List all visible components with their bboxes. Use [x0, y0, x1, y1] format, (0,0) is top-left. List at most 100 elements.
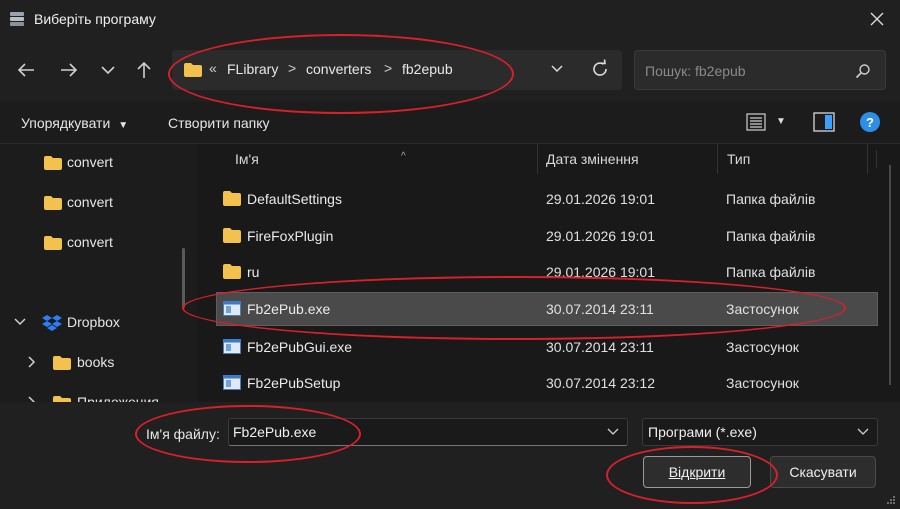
organize-label: Упорядкувати	[21, 115, 111, 131]
resize-grip-icon[interactable]	[886, 495, 896, 505]
file-row[interactable]: ru 29.01.2026 19:01 Папка файлів	[217, 256, 877, 288]
sidebar-item-convert[interactable]: convert	[0, 144, 190, 180]
folder-icon	[53, 356, 71, 370]
list-view-icon[interactable]	[746, 112, 766, 132]
recent-locations-button[interactable]	[96, 58, 120, 82]
sidebar-item-label: convert	[67, 154, 113, 170]
forward-button[interactable]	[57, 58, 81, 82]
sort-up-icon: ^	[401, 151, 406, 162]
sidebar-item-books[interactable]: books	[0, 344, 190, 380]
sidebar-item-dropbox[interactable]: Dropbox	[0, 304, 190, 340]
new-folder-button[interactable]: Створити папку	[168, 115, 270, 131]
caret-down-icon: ▼	[118, 120, 129, 131]
file-row[interactable]: Fb2ePubSetup 30.07.2014 23:12 Застосунок	[217, 367, 877, 399]
chevron-down-icon[interactable]	[607, 425, 619, 437]
file-date: 29.01.2026 19:01	[546, 191, 655, 207]
navigation-pane: convert convert convert Dropbox books Пр…	[0, 144, 190, 402]
file-date: 29.01.2026 19:01	[546, 228, 655, 244]
caret-down-icon[interactable]: ▼	[776, 116, 786, 127]
sidebar-item-convert[interactable]: convert	[0, 224, 190, 260]
sidebar-item-prilozheniya[interactable]: Приложения	[0, 384, 190, 402]
file-row[interactable]: Fb2ePubGui.exe 30.07.2014 23:11 Застосун…	[217, 331, 877, 363]
up-button[interactable]	[132, 58, 156, 82]
crumb-separator[interactable]: >	[288, 60, 296, 76]
filename-label: Ім'я файлу:	[146, 426, 220, 442]
exe-icon	[223, 301, 241, 316]
address-bar[interactable]: « FLibrary > converters > fb2epub	[172, 50, 622, 90]
search-placeholder: Пошук: fb2epub	[645, 63, 746, 79]
window-title: Виберіть програму	[34, 11, 156, 27]
crumb-converters[interactable]: converters	[306, 61, 371, 77]
sidebar-item-convert[interactable]: convert	[0, 184, 190, 220]
arrow-left-icon	[17, 63, 34, 77]
crumb-separator[interactable]: >	[384, 60, 392, 76]
arrow-up-icon	[137, 61, 151, 78]
file-type: Застосунок	[726, 301, 799, 317]
chevron-down-icon	[857, 428, 869, 435]
filetype-value: Програми (*.exe)	[648, 424, 757, 440]
exe-icon	[223, 339, 241, 354]
chevron-down-icon[interactable]	[550, 62, 564, 76]
file-name: FireFoxPlugin	[247, 228, 334, 244]
cancel-button[interactable]: Скасувати	[770, 456, 876, 488]
filename-field[interactable]: Fb2ePub.exe	[228, 418, 628, 446]
help-icon[interactable]: ?	[860, 112, 880, 132]
file-date: 30.07.2014 23:12	[546, 375, 655, 391]
back-button[interactable]	[14, 58, 38, 82]
chevron-down-icon[interactable]	[14, 317, 26, 327]
sidebar-item-label: Приложения	[77, 394, 159, 402]
file-type: Папка файлів	[726, 228, 816, 244]
column-header-name[interactable]: ^ Ім'я	[217, 144, 535, 174]
column-divider[interactable]	[876, 150, 877, 168]
column-label: Тип	[727, 151, 751, 167]
folder-icon	[44, 156, 62, 170]
sidebar-item-label: books	[77, 354, 115, 370]
close-button[interactable]	[864, 6, 890, 32]
organize-menu[interactable]: Упорядкувати ▼	[21, 115, 128, 131]
crumb-flibrary[interactable]: FLibrary	[227, 61, 278, 77]
filename-value[interactable]: Fb2ePub.exe	[233, 424, 316, 440]
close-icon	[870, 12, 884, 26]
sidebar-scrollbar[interactable]	[182, 248, 185, 308]
column-label: Ім'я	[235, 151, 259, 167]
app-icon	[10, 12, 24, 26]
file-list-scrollbar[interactable]	[889, 165, 891, 385]
folder-icon	[184, 63, 202, 77]
refresh-icon[interactable]	[588, 57, 612, 81]
column-label: Дата змінення	[546, 151, 639, 167]
folder-icon	[223, 264, 241, 279]
file-type: Застосунок	[726, 339, 799, 355]
column-divider[interactable]	[867, 144, 868, 174]
folder-icon	[223, 191, 241, 206]
file-date: 30.07.2014 23:11	[546, 339, 654, 355]
open-button[interactable]: Відкрити	[643, 456, 751, 488]
overflow-crumb[interactable]: «	[209, 60, 217, 76]
open-button-label: Відкрити	[668, 464, 726, 480]
chevron-right-icon[interactable]	[27, 356, 37, 368]
column-header-date[interactable]: Дата змінення	[538, 144, 716, 174]
file-row-selected[interactable]: Fb2ePub.exe 30.07.2014 23:11 Застосунок	[216, 292, 878, 326]
preview-pane-icon[interactable]	[813, 112, 835, 132]
sidebar-item-label: Dropbox	[67, 314, 120, 330]
file-name: Fb2ePubSetup	[247, 375, 341, 391]
sidebar-item-label: convert	[67, 194, 113, 210]
file-row[interactable]: FireFoxPlugin 29.01.2026 19:01 Папка фай…	[217, 220, 877, 252]
file-type: Папка файлів	[726, 264, 816, 280]
filetype-select[interactable]: Програми (*.exe)	[642, 418, 878, 446]
column-header-type[interactable]: Тип	[718, 144, 868, 174]
search-box[interactable]: Пошук: fb2epub	[634, 50, 886, 90]
file-date: 29.01.2026 19:01	[546, 264, 655, 280]
file-type: Папка файлів	[726, 191, 816, 207]
folder-icon	[44, 236, 62, 250]
file-type: Застосунок	[726, 375, 799, 391]
file-date: 30.07.2014 23:11	[546, 301, 654, 317]
file-name: DefaultSettings	[247, 191, 342, 207]
folder-icon	[44, 196, 62, 210]
file-name: Fb2ePubGui.exe	[247, 339, 353, 355]
exe-icon	[223, 375, 241, 390]
dropbox-icon	[42, 315, 62, 331]
file-row[interactable]: DefaultSettings 29.01.2026 19:01 Папка ф…	[217, 183, 877, 215]
arrow-right-icon	[61, 63, 78, 77]
search-icon[interactable]	[855, 63, 871, 79]
crumb-fb2epub[interactable]: fb2epub	[402, 61, 453, 77]
